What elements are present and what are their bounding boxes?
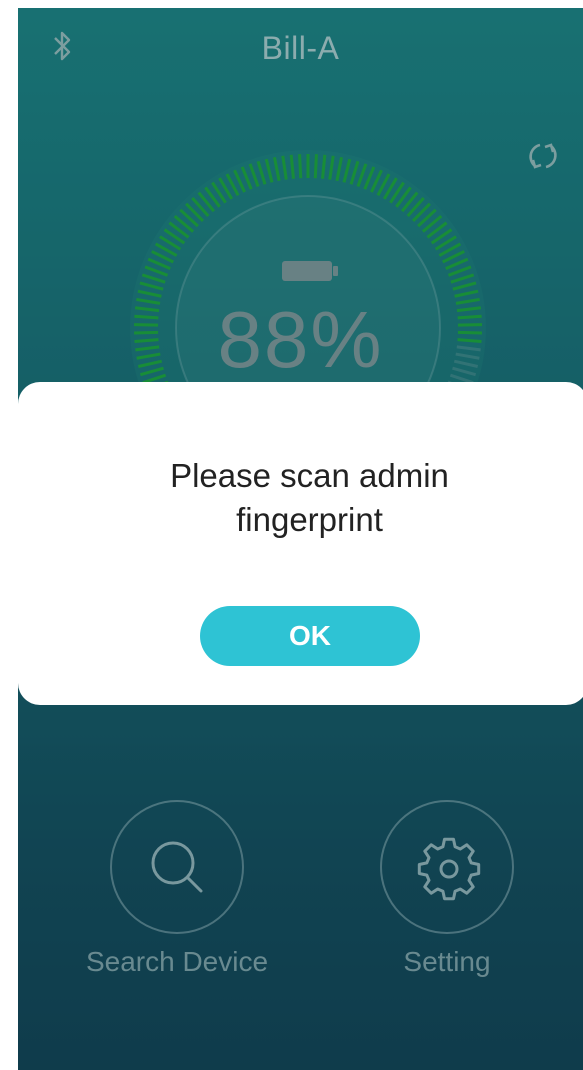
- dialog-message-line-2: fingerprint: [236, 501, 383, 538]
- dialog-message-line-1: Please scan admin: [170, 457, 449, 494]
- magnifier-icon: [151, 841, 203, 893]
- search-device-button[interactable]: [110, 800, 244, 934]
- alert-dialog: Please scan admin fingerprint OK: [18, 382, 583, 705]
- setting-label[interactable]: Setting: [327, 946, 567, 978]
- battery-icon: [282, 261, 338, 281]
- battery-percent: 88%: [217, 295, 384, 384]
- device-title: Bill-A: [261, 30, 340, 66]
- search-device-label[interactable]: Search Device: [57, 946, 297, 978]
- gauge-tick: [313, 154, 318, 179]
- ok-button[interactable]: OK: [200, 606, 420, 666]
- setting-button[interactable]: [380, 800, 514, 934]
- dialog-message: Please scan admin fingerprint: [18, 454, 583, 542]
- refresh-icon[interactable]: [523, 136, 563, 176]
- gear-icon: [417, 837, 481, 901]
- gauge-tick: [298, 154, 303, 179]
